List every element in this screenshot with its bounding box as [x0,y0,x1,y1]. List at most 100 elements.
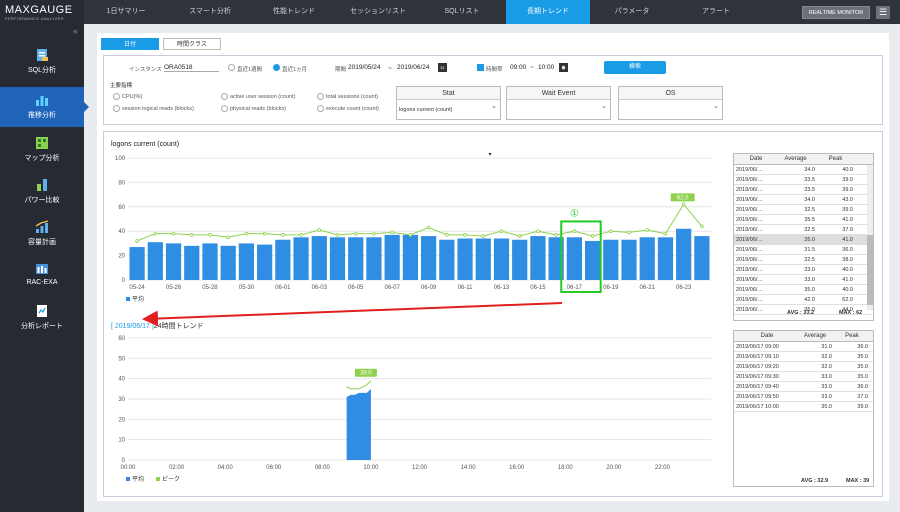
daily-trend-chart[interactable]: 0 20 40 60 80 100 62.0 05-24 05-26 05-28 05-30 06-0… [104,150,724,340]
sidebar-item-rac[interactable]: RAC-EXA [0,256,84,296]
table-row[interactable]: 2019/06/… 32.5 39.0 [734,205,873,215]
subtab-time-class[interactable]: 時間クラス [163,38,221,50]
col-peak[interactable]: Peak [818,154,856,164]
col-peak[interactable]: Peak [836,331,872,341]
stat-dropdown[interactable]: Stat logons current (count) [396,86,501,120]
metric-radio[interactable] [317,93,324,100]
tab-smart-analysis[interactable]: スマート分析 [168,0,252,24]
peak-point [171,231,176,236]
x-tick-label: 08:00 [315,465,331,471]
metric-radio[interactable] [221,105,228,112]
table-row[interactable]: 2019/06/17 09:00 31.0 36.0 [734,342,873,352]
os-select[interactable] [619,97,722,120]
table-row[interactable]: 2019/06/… 34.0 40.0 [734,165,873,175]
table-row[interactable]: 2019/06/17 09:40 33.0 36.0 [734,382,873,392]
sidebar-item-map[interactable]: マップ分析 [0,130,84,170]
sidebar: MAXGAUGE PERFORMANCE ANALYZER « SQL分析 推移… [0,0,89,512]
trend-date-link[interactable]: 2019/06/17 [115,323,150,330]
table-row[interactable]: 2019/06/… 33.5 39.0 [734,185,873,195]
tab-long-term-trend[interactable]: 長期トレンド [506,0,590,24]
wait-event-select[interactable] [507,97,610,120]
col-average[interactable]: Average [776,154,818,164]
table-row[interactable]: 2019/06/17 09:50 33.0 37.0 [734,392,873,402]
calendar-icon[interactable]: 31 [438,63,447,72]
table-row[interactable]: 2019/06/17 09:10 32.0 35.0 [734,352,873,362]
metric-radio[interactable] [113,105,120,112]
col-date[interactable]: Date [734,154,776,164]
y-tick-label: 80 [118,180,125,186]
table-row[interactable]: 2019/06/… 35.0 40.0 [734,285,873,295]
range-1month-radio[interactable] [273,64,280,71]
metric-radio[interactable] [221,93,228,100]
sidebar-item-label: マップ分析 [24,155,60,162]
wait-event-dropdown[interactable]: Wait Event [506,86,611,120]
sidebar-item-power[interactable]: パワー比較 [0,172,84,212]
os-dropdown[interactable]: OS [618,86,723,120]
tab-parameter[interactable]: パラメータ [590,0,674,24]
table-row[interactable]: 2019/06/… 33.0 41.0 [734,275,873,285]
tab-daily-summary[interactable]: 1日サマリー [84,0,168,24]
table-row[interactable]: 2019/06/… 31.5 36.0 [734,245,873,255]
collapse-icon[interactable]: « [73,26,78,36]
table-row[interactable]: 2019/06/… 42.0 62.0 [734,295,873,305]
metric-radio[interactable] [113,93,120,100]
table-cell: 40.0 [842,167,853,173]
table-row[interactable]: 2019/06/… 34.0 43.0 [734,195,873,205]
table-row[interactable]: 2019/06/17 09:20 32.0 35.0 [734,362,873,372]
instance-select[interactable]: ORA0518 [164,64,219,72]
hourly-trend-chart[interactable]: 0 10 20 30 40 50 60 00:00 02:00 04:00 06:00 08:00 10… [104,332,724,492]
table-body: 2019/06/… 34.0 40.0 2019/06/… 33.5 39.0 2019/0… [734,165,873,315]
table-row[interactable]: 2019/06/… 35.0 41.0 [734,235,873,245]
time-from-input[interactable]: 09:00 [510,64,526,71]
menu-icon[interactable]: ☰ [876,6,890,19]
tab-sql-list[interactable]: SQLリスト [420,0,504,24]
table-cell: 39.0 [842,177,853,183]
bar [639,237,655,280]
sidebar-item-capacity[interactable]: 容量計画 [0,214,84,254]
search-button[interactable]: 検索 [604,61,666,74]
table-row[interactable]: 2019/06/… 33.0 40.0 [734,265,873,275]
table-row[interactable]: 2019/06/… 33.5 39.0 [734,175,873,185]
sql-icon [37,49,48,61]
stat-select[interactable]: logons current (count) [397,97,500,120]
sidebar-item-report[interactable]: 分析レポート [0,298,84,338]
sidebar-item-trend[interactable]: 推移分析 [0,87,89,127]
table-row[interactable]: 2019/06/17 10:00 35.0 39.0 [734,402,873,412]
time-range-checkbox[interactable] [477,64,484,71]
time-to-input[interactable]: 10:00 [538,64,554,71]
table-row[interactable]: 2019/06/… 32.5 37.0 [734,225,873,235]
tab-alert[interactable]: アラート [674,0,758,24]
table-cell: 37.0 [857,394,868,400]
bar [694,236,710,280]
x-tick-label: 06-11 [458,285,474,291]
metric-radio[interactable] [317,105,324,112]
tab-performance-trend[interactable]: 性能トレンド [252,0,336,24]
table-cell: 41.0 [842,277,853,283]
bar [293,237,309,280]
col-average[interactable]: Average [798,331,836,341]
sidebar-item-sql[interactable]: SQL分析 [0,42,84,82]
realtime-monitor-button[interactable]: REALTIME MONITOR [802,6,870,19]
table-cell: 42.0 [804,297,815,303]
x-tick-label: 05-26 [166,285,182,291]
clock-calendar-icon[interactable]: ⌚ [559,63,568,72]
table-row[interactable]: 2019/06/… 35.5 41.0 [734,215,873,225]
range-1week-radio[interactable] [228,64,235,71]
tab-session-list[interactable]: セッションリスト [336,0,420,24]
table-row[interactable]: 2019/06/17 09:30 33.0 35.0 [734,372,873,382]
annotation-number: ① [570,208,579,219]
trend-title: 24時間トレンド [153,323,204,330]
scrollbar-thumb[interactable] [867,235,873,305]
scrollbar[interactable] [867,165,873,310]
peak-point [372,231,376,236]
logo-subtitle: PERFORMANCE ANALYZER [5,16,64,21]
col-date[interactable]: Date [734,331,798,341]
capacity-icon [35,220,49,233]
subtab-date[interactable]: 日付 [101,38,159,50]
peak-point [499,229,504,233]
table-row[interactable]: 2019/06/… 32.5 38.0 [734,255,873,265]
date-to-input[interactable]: 2019/06/24 [397,64,430,71]
date-from-input[interactable]: 2019/05/24 [348,64,381,71]
bar [439,239,455,280]
x-tick-label: 22:00 [655,465,671,471]
